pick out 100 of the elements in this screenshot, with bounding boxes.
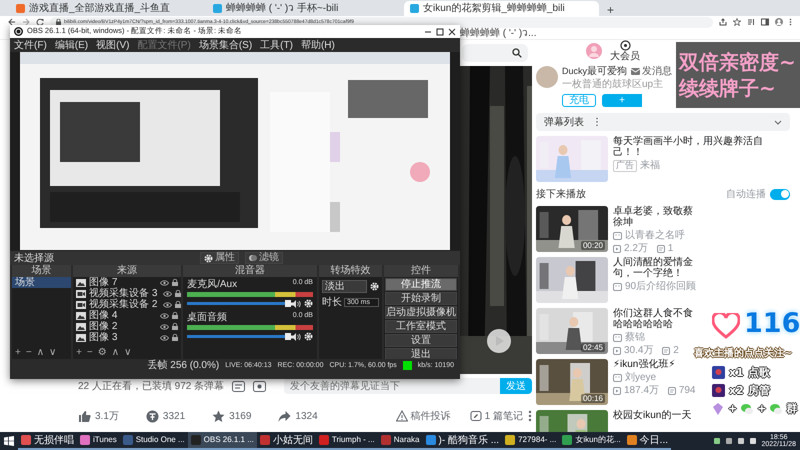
share-icon[interactable]: [719, 18, 727, 26]
video-title[interactable]: 校园女ikun的一天: [613, 410, 692, 421]
browser-tab[interactable]: 女ikun的花絮剪辑_蝉蝉蝉蝉_bili: [404, 1, 599, 16]
danmaku-settings-icon[interactable]: [253, 380, 266, 392]
source-item[interactable]: 视频采集设备 3: [73, 288, 182, 299]
video-title[interactable]: 人间清醒的爱情金句，一个字绝！: [613, 257, 697, 279]
video-title[interactable]: 卓卓老婆，致敬蔡徐坤: [613, 206, 697, 228]
control-button[interactable]: 停止推流: [385, 278, 457, 291]
eye-icon[interactable]: [163, 290, 172, 296]
source-tool[interactable]: ∨: [124, 348, 132, 358]
eye-icon[interactable]: [160, 312, 170, 318]
close-icon[interactable]: [448, 28, 456, 36]
taskbar-item[interactable]: OBS 26.1.1 ...: [188, 432, 257, 450]
menu-item[interactable]: 帮助(H): [300, 40, 335, 50]
vip-link[interactable]: 大会员: [610, 40, 640, 62]
taskbar-item[interactable]: Triumph - ...: [316, 432, 378, 450]
source-tool[interactable]: ⚙: [98, 348, 107, 358]
menu-item[interactable]: 编辑(E): [54, 40, 88, 50]
control-button[interactable]: 工作室模式: [385, 320, 457, 333]
volume-fill[interactable]: [187, 335, 288, 338]
profile-icon[interactable]: [775, 18, 783, 26]
menu-item[interactable]: 场景集合(S): [198, 40, 252, 50]
gear-icon[interactable]: [204, 254, 213, 262]
danmaku-list-menu[interactable]: ⋮: [592, 116, 602, 128]
browser-tab[interactable]: 游戏直播_全部游戏直播_斗鱼直: [10, 1, 205, 16]
channel-settings-icon[interactable]: [304, 299, 313, 308]
windows-icon[interactable]: [4, 436, 14, 446]
source-tool[interactable]: ∧: [112, 348, 120, 358]
filters-button[interactable]: 滤镜: [245, 252, 283, 264]
star-icon[interactable]: [733, 18, 741, 26]
scene-item[interactable]: 场景: [12, 277, 72, 288]
video-title[interactable]: 你们这群人食不食哈哈哈哈哈哈: [613, 308, 697, 330]
volume-fill[interactable]: [187, 302, 288, 305]
control-button[interactable]: 设置: [385, 334, 457, 347]
menu-icon[interactable]: [789, 18, 792, 26]
share-icon[interactable]: [278, 410, 292, 422]
lock-icon[interactable]: [172, 323, 178, 330]
control-button[interactable]: 启动虚拟摄像机: [385, 306, 457, 319]
reload-icon[interactable]: [36, 18, 44, 26]
forward-icon[interactable]: [22, 18, 30, 26]
menu-item[interactable]: 文件(F): [14, 40, 47, 50]
scene-tool[interactable]: −: [26, 348, 32, 358]
danmaku-toggle-icon[interactable]: [232, 380, 246, 392]
taskbar-item[interactable]: )- 酷狗音乐 ...: [422, 432, 502, 450]
source-item[interactable]: 图像 2: [73, 321, 182, 332]
danmaku-list-bar[interactable]: 弹幕列表 ⋮: [536, 113, 790, 131]
control-button[interactable]: 开始录制: [385, 292, 457, 305]
back-icon[interactable]: [8, 18, 16, 26]
uploader-name[interactable]: Ducky最可爱狗: [562, 66, 628, 77]
taskbar-item[interactable]: Studio One ...: [120, 432, 188, 450]
taskbar-item[interactable]: Naraka: [378, 432, 423, 450]
source-tool[interactable]: +: [76, 348, 82, 358]
maximize-icon[interactable]: [436, 28, 444, 36]
ad-title[interactable]: 每天学画画半小时，用兴趣养活自己！！: [613, 136, 790, 158]
source-item[interactable]: 视频采集设备 2: [73, 299, 182, 310]
source-tool[interactable]: −: [86, 348, 93, 358]
lock-icon[interactable]: [172, 279, 178, 286]
playlist-icon[interactable]: [747, 18, 755, 26]
menu-item[interactable]: 视图(V): [96, 40, 130, 50]
taskbar-item[interactable]: 小姑无间: [256, 432, 316, 450]
channel-settings-icon[interactable]: [304, 332, 313, 341]
eye-icon[interactable]: [163, 302, 172, 308]
menu-item[interactable]: 工具(T): [260, 40, 293, 50]
taskbar-item[interactable]: 今日...: [624, 432, 672, 450]
coin-icon[interactable]: [146, 410, 159, 422]
taskbar-item[interactable]: 无损伴唱: [18, 432, 77, 450]
search-field[interactable]: [462, 44, 528, 62]
autoplay-toggle[interactable]: [770, 188, 790, 200]
new-tab-button[interactable]: +: [601, 4, 620, 16]
speaker-icon[interactable]: [290, 332, 301, 340]
note-link[interactable]: 1 篇笔记: [470, 409, 523, 423]
chevron-icon[interactable]: [774, 120, 782, 124]
danmaku-input[interactable]: 发个友善的弹幕见证当下: [284, 378, 500, 394]
bookmark-link[interactable]: 蝉蝉蝉蝉 ( '-' )ว...: [460, 28, 536, 39]
source-item[interactable]: 图像 3: [73, 332, 182, 343]
sidebar-icon[interactable]: [761, 18, 769, 26]
more-icon[interactable]: [528, 410, 532, 422]
report-link[interactable]: 稿件投诉: [396, 409, 451, 423]
source-item[interactable]: 图像 4: [73, 310, 182, 321]
eye-icon[interactable]: [160, 280, 170, 286]
scene-tool[interactable]: ∧: [36, 348, 44, 358]
lock-icon[interactable]: [172, 334, 178, 341]
transition-select[interactable]: 淡出: [322, 280, 367, 293]
taskbar-item[interactable]: 727984- ...: [502, 432, 560, 450]
eye-icon[interactable]: [160, 324, 170, 330]
lock-icon[interactable]: [175, 290, 182, 297]
taskbar-item[interactable]: 女ikun的花...: [559, 432, 624, 450]
properties-button[interactable]: 属性: [200, 252, 239, 264]
video-title[interactable]: ⚡ikun强化班⚡: [613, 359, 696, 370]
taskbar-item[interactable]: iTunes: [77, 432, 120, 450]
eye-icon[interactable]: [160, 334, 170, 340]
transition-settings-icon[interactable]: [370, 282, 379, 291]
like-icon[interactable]: [78, 410, 91, 422]
scene-tool[interactable]: ∨: [49, 348, 56, 358]
browser-tab[interactable]: 蝉蝉蝉蝉 ( '-' )ว 手杯~-bili: [207, 1, 402, 16]
message-link[interactable]: 发消息: [631, 66, 672, 77]
favorite-icon[interactable]: [212, 410, 226, 422]
lock-icon[interactable]: [175, 301, 182, 308]
scene-tool[interactable]: +: [15, 348, 21, 358]
speaker-icon[interactable]: [290, 300, 301, 308]
